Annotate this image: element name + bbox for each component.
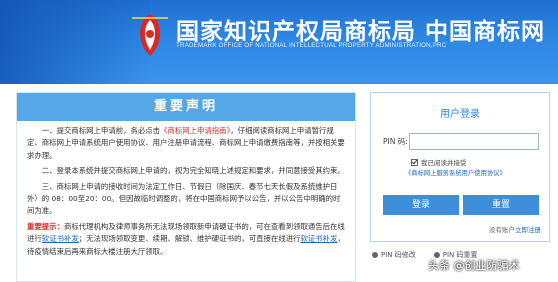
guide-link[interactable]: 《商标网上申请指南》 [160,126,230,135]
agree-checkbox[interactable]: 我已阅读并接受 [411,157,467,167]
pin-modify-label: PIN 码修改 [381,251,416,259]
register-link[interactable]: 立即注册 [515,226,541,234]
notice-text: 一、提交商标网上申请前，务必点击 [41,126,161,135]
login-title: 用户登录 [440,109,480,120]
notice-heading: 重要声明 [17,93,355,121]
soft-cert-reissue-link[interactable]: 软证书补发 [301,234,338,243]
login-button[interactable]: 登录 [383,195,459,215]
notice-paragraph-1: 一、提交商标网上申请前，务必点击《商标网上申请指南》，仔细阅读商标网上申请暂行规… [27,125,345,162]
important-tip: 重要提示：商标代理机构及律师事务所无法现场领取新申请硬证书的，可在查看到领取通告… [27,221,345,258]
agree-label: 我已阅读并接受 [421,159,467,167]
notice-paragraph-3: 三、商标网上申请的接收时间为法定工作日、节假日（除国庆、春节七天长假及系统维护日… [27,181,341,216]
notice-body: 一、提交商标网上申请前，务必点击《商标网上申请指南》，仔细阅读商标网上申请暂行规… [17,121,355,258]
pin-modify-link[interactable]: PIN 码修改 [372,250,416,260]
pin-input[interactable] [409,133,539,150]
soft-cert-reissue-link[interactable]: 软证书补发 [42,234,79,243]
login-panel: 用户登录 PIN 码: 我已阅读并接受 《商标网上服务系统用户使用协议》 登录 … [370,92,550,242]
register-row: 没有账户立即注册 [489,224,541,234]
watermark: 头条 @创业防骗术 [428,259,520,272]
pin-row: PIN 码: [383,133,539,150]
pin-label: PIN 码: [383,137,408,146]
notice-text: ；无法现场领取变更、续期、解锁、维护硬证书的，可直接在线进行 [78,234,301,244]
login-buttons: 登录 重置 [383,195,539,215]
notice-paragraph-2: 二、登录本系统并提交商标网上申请的，视为完全知晓上述规定和要求，并同意接受其约束… [41,166,345,176]
checkbox-icon[interactable] [411,158,418,166]
site-subtitle: TRADEMARK OFFICE OF NATIONAL INTELLECTUA… [176,42,447,49]
trademark-office-logo-icon [132,14,168,56]
register-prefix: 没有账户 [489,226,515,234]
important-tip-label: 重要提示： [27,221,64,231]
notice-panel: 重要声明 一、提交商标网上申请前，务必点击《商标网上申请指南》，仔细阅读商标网上… [16,92,356,282]
header-banner: 国家知识产权局商标局 中国商标网 TRADEMARK OFFICE OF NAT… [0,0,558,84]
site-title: 国家知识产权局商标局 中国商标网 [176,18,546,45]
user-agreement-link[interactable]: 《商标网上服务系统用户使用协议》 [405,168,506,177]
reset-button[interactable]: 重置 [463,195,539,215]
bullet-icon [372,252,378,258]
